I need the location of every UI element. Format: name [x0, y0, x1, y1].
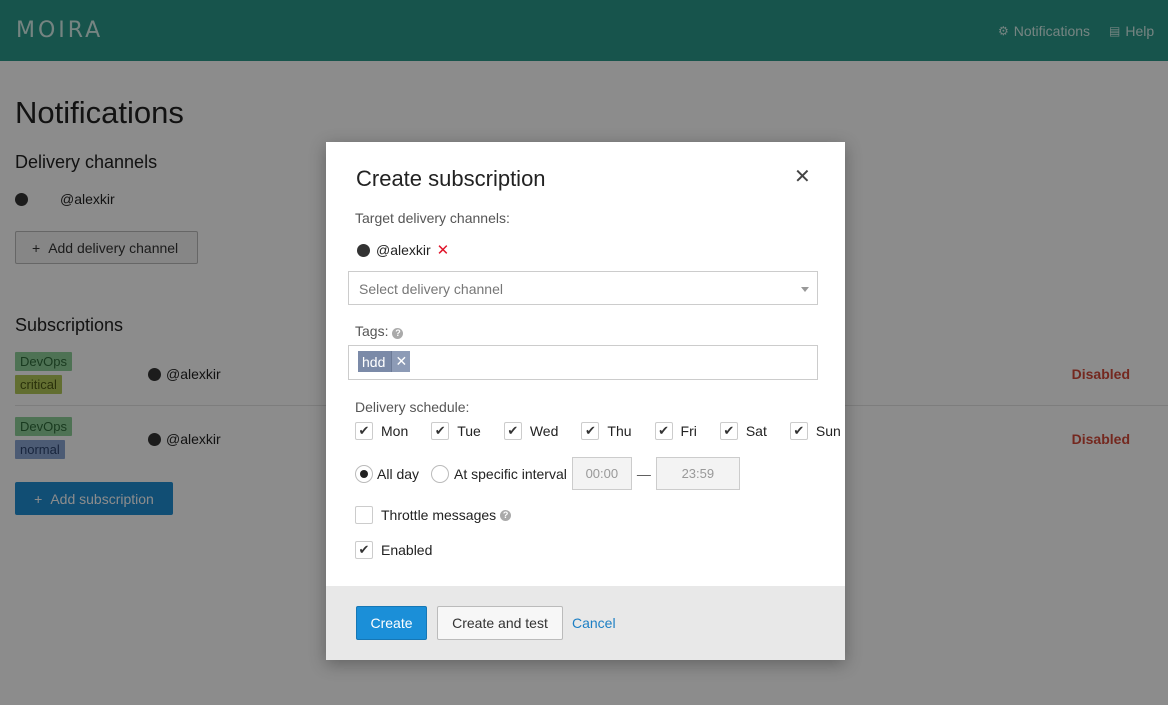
select-placeholder: Select delivery channel	[359, 281, 503, 297]
day-thu[interactable]: ✔ Thu	[581, 422, 632, 440]
interval-radio[interactable]	[431, 464, 450, 483]
tag-chip-label: hdd	[362, 353, 386, 370]
checkbox-checked-icon[interactable]: ✔	[654, 422, 673, 440]
enabled-checkbox[interactable]: ✔	[355, 541, 373, 559]
day-sun[interactable]: ✔ Sun	[789, 422, 841, 440]
schedule-label: Delivery schedule:	[355, 399, 470, 415]
channel-icon	[357, 243, 370, 257]
enabled-label: Enabled	[381, 542, 433, 558]
checkbox-checked-icon[interactable]: ✔	[431, 422, 450, 440]
radio-selected-dot	[360, 469, 368, 478]
throttle-label: Throttle messages	[381, 507, 497, 523]
help-icon[interactable]: ?	[500, 509, 512, 521]
day-label: Wed	[529, 423, 559, 439]
day-tue[interactable]: ✔ Tue	[431, 422, 481, 440]
day-label: Tue	[457, 423, 481, 439]
tag-chip: hdd ✕	[358, 351, 411, 372]
day-label: Thu	[607, 423, 632, 439]
checkbox-checked-icon[interactable]: ✔	[719, 422, 738, 440]
enabled-row: ✔ Enabled	[355, 541, 432, 559]
interval-label: At specific interval	[454, 465, 567, 482]
chevron-down-icon	[801, 287, 809, 292]
tags-label-row: Tags:?	[355, 323, 404, 339]
checkbox-checked-icon[interactable]: ✔	[355, 422, 373, 440]
checkbox-checked-icon[interactable]: ✔	[581, 422, 600, 440]
day-fri[interactable]: ✔ Fri	[654, 422, 697, 440]
day-wed[interactable]: ✔ Wed	[503, 422, 559, 440]
selected-channel: @alexkir ✕	[357, 241, 449, 259]
day-label: Sat	[745, 423, 767, 439]
delivery-channel-select[interactable]: Select delivery channel	[348, 271, 818, 305]
day-label: Mon	[381, 423, 409, 439]
checkbox-checked-icon[interactable]: ✔	[789, 422, 808, 440]
create-subscription-modal: Create subscription ✕ Target delivery ch…	[326, 142, 845, 660]
modal-title: Create subscription	[356, 166, 546, 191]
time-separator: —	[636, 465, 651, 482]
day-checkboxes: ✔ Mon ✔ Tue ✔ Wed ✔ Thu ✔ Fri ✔ Sat ✔ Sun	[355, 422, 841, 440]
checkbox-checked-icon[interactable]: ✔	[503, 422, 522, 440]
all-day-radio[interactable]	[355, 464, 373, 483]
modal-footer: Create Create and test Cancel	[326, 586, 845, 660]
help-icon[interactable]: ?	[392, 328, 404, 339]
close-icon[interactable]: ✕	[794, 164, 811, 189]
day-sat[interactable]: ✔ Sat	[719, 422, 767, 440]
create-button[interactable]: Create	[356, 606, 427, 640]
time-to-input[interactable]: 23:59	[655, 457, 740, 490]
create-and-test-button[interactable]: Create and test	[437, 606, 563, 640]
day-mon[interactable]: ✔ Mon	[355, 422, 408, 440]
time-mode-radios: All day At specific interval 00:00 — 23:…	[355, 457, 740, 490]
time-from-input[interactable]: 00:00	[571, 457, 632, 490]
remove-channel-icon[interactable]: ✕	[437, 241, 450, 259]
throttle-row: Throttle messages ?	[355, 506, 512, 524]
tags-input[interactable]: hdd ✕	[348, 345, 818, 380]
day-label: Fri	[680, 423, 697, 439]
target-channels-label: Target delivery channels:	[355, 210, 510, 226]
remove-tag-icon[interactable]: ✕	[391, 351, 411, 372]
day-label: Sun	[815, 423, 841, 439]
tags-label: Tags:	[355, 323, 389, 339]
cancel-link[interactable]: Cancel	[572, 615, 616, 631]
throttle-checkbox[interactable]	[355, 506, 373, 524]
all-day-label: All day	[377, 465, 420, 482]
selected-channel-name: @alexkir	[376, 242, 431, 258]
